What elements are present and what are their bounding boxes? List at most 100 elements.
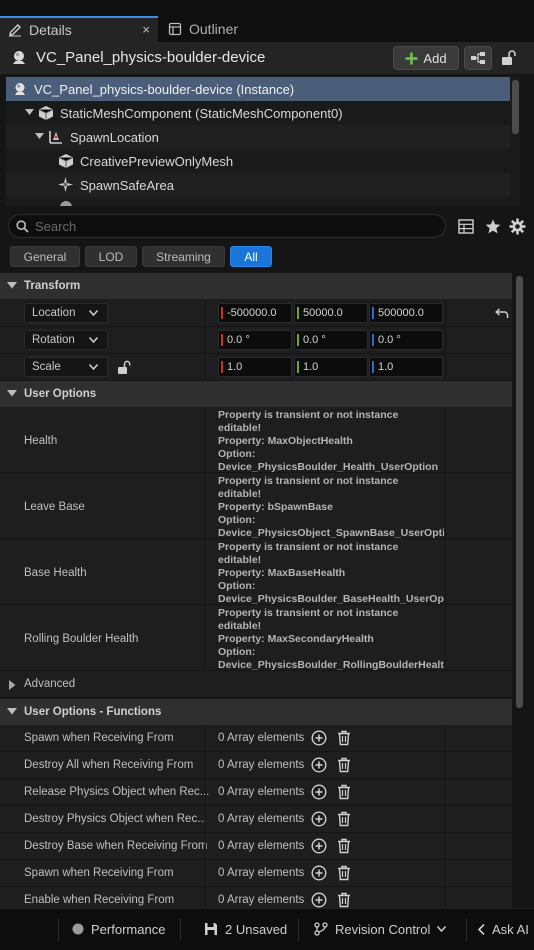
tree-item-label: StaticMeshComponent (StaticMeshComponent… (60, 105, 343, 121)
property-name: Health (24, 435, 58, 447)
ask-ai-button[interactable]: Ask AI (478, 915, 529, 943)
tree-item-spawn-location[interactable]: SpawnLocation (6, 125, 510, 149)
tab-bar: Details × Outliner (0, 12, 534, 42)
add-element-icon[interactable] (311, 892, 327, 908)
property-name: Base Health (24, 567, 87, 579)
advanced-expander[interactable]: Advanced (0, 671, 512, 698)
revision-control-button[interactable]: Revision Control (314, 915, 447, 943)
filter-general[interactable]: General (10, 246, 80, 267)
trash-icon[interactable] (337, 838, 351, 854)
add-element-icon[interactable] (311, 865, 327, 881)
add-component-button[interactable]: Add (393, 46, 459, 70)
filter-streaming[interactable]: Streaming (142, 246, 225, 267)
advanced-label: Advanced (24, 678, 76, 690)
rotation-z-field[interactable]: 0.0 ° (369, 330, 443, 350)
trash-icon[interactable] (337, 892, 351, 908)
revision-control-label: Revision Control (335, 921, 431, 937)
tree-item-creative-preview-mesh[interactable]: CreativePreviewOnlyMesh (6, 149, 510, 173)
trash-icon[interactable] (337, 757, 351, 773)
close-icon[interactable]: × (142, 22, 150, 37)
trash-icon[interactable] (337, 811, 351, 827)
location-dropdown[interactable]: Location (24, 303, 108, 323)
scale-x-field[interactable]: 1.0 (218, 357, 292, 377)
favorites-star-icon[interactable] (485, 219, 501, 234)
tree-item-label: VC_Panel_physics-boulder-device (Instanc… (34, 81, 295, 97)
search-input[interactable] (35, 217, 435, 235)
location-z-field[interactable]: 500000.0 (369, 303, 443, 323)
rotation-x-field[interactable]: 0.0 ° (218, 330, 292, 350)
pencil-icon (8, 23, 22, 37)
chevron-down-icon (89, 337, 98, 343)
unsaved-button[interactable]: 2 Unsaved (204, 915, 287, 943)
tree-item-spawn-safe-area[interactable]: SpawnSafeArea (6, 173, 510, 197)
transform-scale-row: Scale 1.0 1.0 1.0 (0, 354, 512, 381)
chevron-down-icon (437, 926, 447, 932)
blueprint-button[interactable] (464, 46, 492, 70)
category-transform[interactable]: Transform (0, 273, 512, 299)
function-name: Release Physics Object when Rec... (24, 786, 210, 798)
scale-label: Scale (32, 361, 61, 373)
array-elements-count: 0 Array elements (218, 894, 305, 906)
scale-y-field[interactable]: 1.0 (294, 357, 368, 377)
tree-scrollbar[interactable] (512, 80, 519, 134)
chevron-down-icon[interactable] (25, 109, 34, 116)
trash-icon[interactable] (337, 865, 351, 881)
trash-icon[interactable] (337, 784, 351, 800)
property-warning: Property is transient or not instance edi… (218, 409, 438, 473)
scale-x-value: 1.0 (227, 361, 243, 373)
chevron-down-icon (89, 310, 98, 316)
reset-arrow-icon[interactable] (495, 308, 509, 319)
tab-outliner[interactable]: Outliner (160, 16, 280, 42)
save-icon (204, 922, 218, 936)
chevron-down-icon[interactable] (35, 133, 44, 140)
add-element-icon[interactable] (311, 838, 327, 854)
filter-all[interactable]: All (230, 246, 272, 267)
location-y-field[interactable]: 50000.0 (294, 303, 368, 323)
chevron-left-icon (478, 923, 485, 935)
unlock-icon[interactable] (500, 49, 516, 67)
category-user-options-functions[interactable]: User Options - Functions (0, 699, 512, 725)
add-element-icon[interactable] (311, 784, 327, 800)
tree-item-clipped (6, 197, 510, 206)
location-z-value: 500000.0 (378, 307, 424, 319)
function-name: Destroy Physics Object when Rec... (24, 813, 207, 825)
status-bar: Performance 2 Unsaved Revision Control A… (0, 908, 534, 950)
unlock-icon[interactable] (117, 360, 131, 375)
add-element-icon[interactable] (311, 757, 327, 773)
category-label: User Options - Functions (24, 706, 162, 718)
component-icon (58, 199, 74, 206)
add-element-icon[interactable] (311, 811, 327, 827)
function-name: Spawn when Receiving From (24, 732, 174, 744)
chevron-down-icon (7, 390, 17, 397)
array-elements-count: 0 Array elements (218, 732, 305, 744)
location-x-field[interactable]: -500000.0 (218, 303, 292, 323)
function-row: Spawn when Receiving From 0 Array element… (0, 725, 512, 752)
component-tree: VC_Panel_physics-boulder-device (Instanc… (6, 76, 520, 206)
rotation-dropdown[interactable]: Rotation (24, 330, 108, 350)
add-label: Add (423, 50, 447, 66)
tab-details[interactable]: Details × (0, 16, 158, 42)
actor-title: VC_Panel_physics-boulder-device (36, 49, 266, 66)
performance-button[interactable]: Performance (72, 915, 165, 943)
category-user-options[interactable]: User Options (0, 381, 512, 407)
filter-lod[interactable]: LOD (85, 246, 137, 267)
rotation-y-value: 0.0 ° (303, 334, 326, 346)
gear-icon[interactable] (509, 218, 526, 235)
tree-item-actor-instance[interactable]: VC_Panel_physics-boulder-device (Instanc… (6, 77, 510, 101)
tree-item-static-mesh-component[interactable]: StaticMeshComponent (StaticMeshComponent… (6, 101, 510, 125)
trash-icon[interactable] (337, 730, 351, 746)
rotation-x-value: 0.0 ° (227, 334, 250, 346)
scale-z-field[interactable]: 1.0 (369, 357, 443, 377)
add-element-icon[interactable] (311, 730, 327, 746)
tree-item-label: SpawnLocation (70, 129, 159, 145)
scale-z-value: 1.0 (378, 361, 394, 373)
panel-scrollbar[interactable] (516, 276, 523, 708)
rotation-z-value: 0.0 ° (378, 334, 401, 346)
scale-dropdown[interactable]: Scale (24, 357, 108, 377)
property-warning: Property is transient or not instance edi… (218, 607, 444, 671)
table-view-icon[interactable] (458, 219, 474, 234)
user-option-row: Health Property is transient or not inst… (0, 407, 512, 473)
function-name: Spawn when Receiving From (24, 867, 174, 879)
rotation-y-field[interactable]: 0.0 ° (294, 330, 368, 350)
function-row: Enable when Receiving From 0 Array elemen… (0, 887, 512, 908)
